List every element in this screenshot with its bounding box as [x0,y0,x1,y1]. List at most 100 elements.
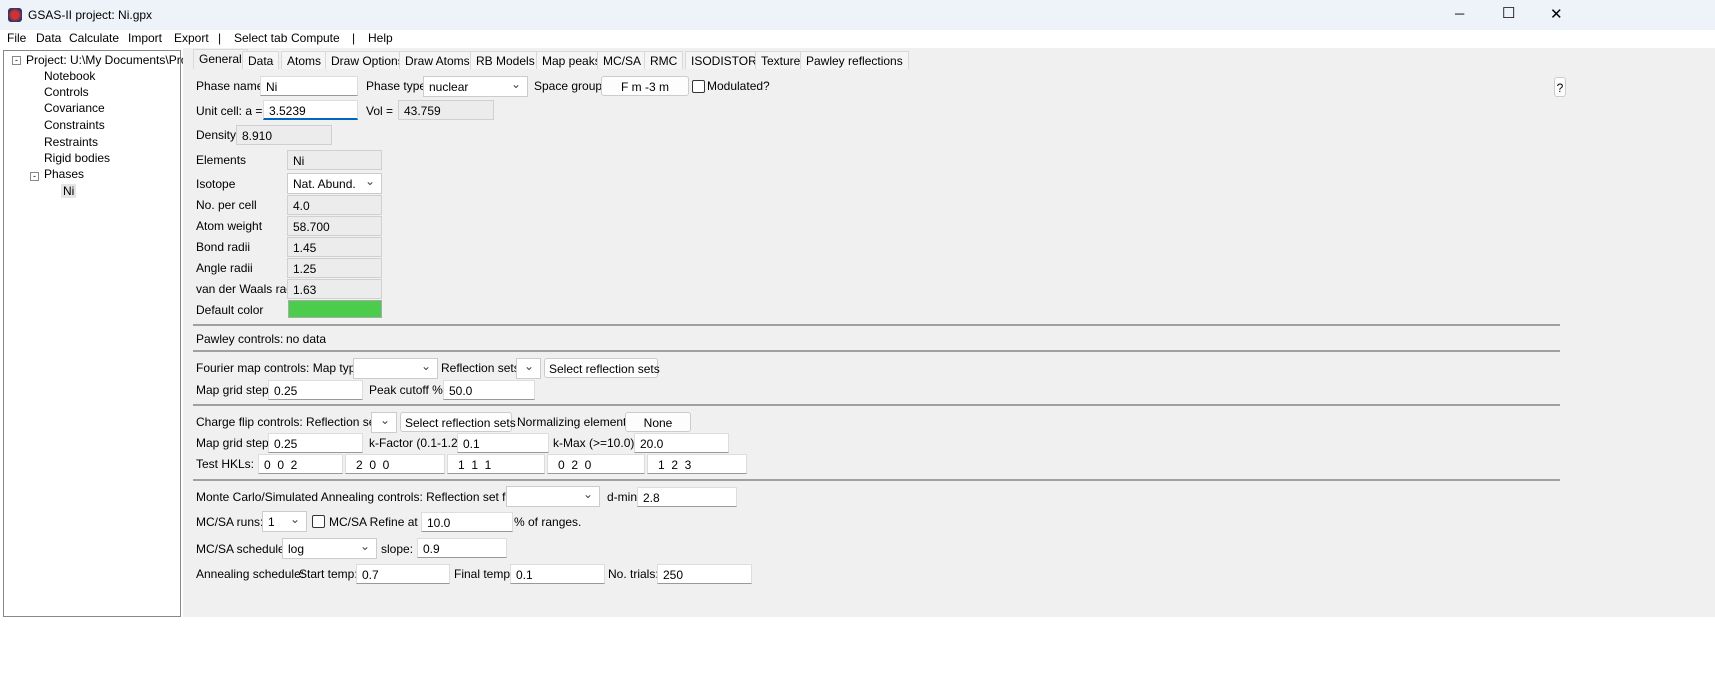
charge-flip-grid-input[interactable]: 0.25 [268,433,363,453]
space-group-button[interactable]: F m -3 m [601,76,689,96]
final-temp-input[interactable]: 0.1 [510,564,605,584]
test-hkl-input[interactable]: 0 2 0 [547,454,645,474]
atom-weight-label: Atom weight [196,219,263,233]
mcsa-runs-label: MC/SA runs: [196,515,264,529]
maximize-button[interactable]: ☐ [1502,4,1515,22]
tree-item-constraints[interactable]: Constraints [44,118,105,132]
title-bar: GSAS-II project: Ni.gpx ─ ☐ ✕ [0,0,1715,30]
pawley-controls-label: Pawley controls: [196,332,284,346]
modulated-label: Modulated? [707,79,770,93]
map-type-select[interactable] [353,358,438,379]
no-per-cell-label: No. per cell [196,198,257,212]
tab-atoms[interactable]: Atoms [281,51,328,69]
k-max-input[interactable]: 20.0 [634,433,729,453]
menu-export[interactable]: Export [174,31,209,45]
test-hkl-input[interactable]: 0 0 2 [258,454,343,474]
charge-flip-refl-select[interactable] [371,412,397,433]
modulated-checkbox[interactable] [692,80,705,93]
mcsa-refine-input[interactable]: 10.0 [421,512,513,532]
test-hkl-input[interactable]: 2 0 0 [345,454,445,474]
window-title: GSAS-II project: Ni.gpx [28,8,153,22]
no-trials-label: No. trials: [608,567,659,581]
isotope-select[interactable]: Nat. Abund. [287,173,382,194]
charge-flip-label: Charge flip controls: Reflection sets: [196,415,389,429]
pawley-controls-value: no data [286,332,327,346]
tab-draw-options[interactable]: Draw Options [325,51,410,69]
phase-name-label: Phase name: [196,79,267,93]
tree-item-controls[interactable]: Controls [44,85,89,99]
tab-rmc[interactable]: RMC [644,51,684,69]
tab-rb-models[interactable]: RB Models [470,51,541,69]
charge-flip-grid-label: Map grid step: [196,436,273,450]
tree-project-root[interactable]: Project: U:\My Documents\Prop [26,53,194,67]
bond-radii-value[interactable]: 1.45 [287,237,382,257]
space-group-label: Space group: [534,79,606,93]
divider [193,350,1560,352]
default-color-swatch[interactable] [288,300,382,318]
fourier-refl-select[interactable] [516,358,541,379]
tree-item-rigid-bodies[interactable]: Rigid bodies [44,151,110,165]
test-hkls-label: Test HKLs: [196,457,255,471]
menu-file[interactable]: File [7,31,26,45]
default-color-label: Default color [196,303,264,317]
tree-item-restraints[interactable]: Restraints [44,135,98,149]
collapse-icon[interactable]: - [30,172,39,181]
menu-select-tab[interactable]: Select tab [234,31,287,45]
normalizing-element-label: Normalizing element: [517,415,630,429]
fourier-grid-label: Map grid step: [196,383,273,397]
menu-compute[interactable]: Compute [291,31,340,45]
menu-calculate[interactable]: Calculate [69,31,119,45]
angle-radii-value[interactable]: 1.25 [287,258,382,278]
normalizing-element-button[interactable]: None [625,412,691,432]
unit-cell-a-input[interactable]: 3.5239 [263,100,358,120]
mcsa-runs-select[interactable]: 1 [262,511,307,532]
collapse-icon[interactable]: - [12,56,21,65]
tab-pawley-reflections[interactable]: Pawley reflections [800,51,909,69]
tree-item-covariance[interactable]: Covariance [44,101,105,115]
mcsa-refine-label: MC/SA Refine at [329,515,418,529]
tab-texture[interactable]: Texture [755,51,807,69]
slope-input[interactable]: 0.9 [417,538,507,558]
test-hkl-input[interactable]: 1 2 3 [647,454,747,474]
tab-data[interactable]: Data [242,51,280,69]
project-tree[interactable]: - Project: U:\My Documents\Prop Notebook… [3,50,194,617]
no-trials-input[interactable]: 250 [657,564,752,584]
k-factor-input[interactable]: 0.1 [457,433,549,453]
tab-mcsa[interactable]: MC/SA [597,51,648,69]
unit-cell-label: Unit cell: a = [196,104,263,118]
start-temp-input[interactable]: 0.7 [356,564,450,584]
menu-bar: File Data Calculate Import Export | Sele… [0,30,1715,48]
tab-draw-atoms[interactable]: Draw Atoms [399,51,476,69]
fourier-select-reflection-sets-button[interactable]: Select reflection sets [544,358,660,378]
app-logo-icon [8,8,22,22]
vdw-radii-value[interactable]: 1.63 [287,279,382,299]
start-temp-label: Start temp: [299,567,358,581]
annealing-schedule-label: Annealing schedule: [196,567,305,581]
menu-import[interactable]: Import [128,31,162,45]
phase-name-input[interactable]: Ni [260,76,358,96]
divider [193,479,1560,481]
vol-label: Vol = [366,104,394,118]
test-hkl-input[interactable]: 1 1 1 [447,454,545,474]
close-button[interactable]: ✕ [1550,5,1563,23]
mcsa-refine-checkbox[interactable] [312,515,325,528]
bond-radii-label: Bond radii [196,240,251,254]
mcsa-refl-select[interactable] [506,486,600,507]
fourier-label: Fourier map controls: Map type: [196,361,366,375]
tree-item-phases[interactable]: Phases [44,167,84,181]
mcsa-schedule-select[interactable]: log [282,538,377,559]
k-max-label: k-Max (>=10.0): [553,436,638,450]
phase-type-select[interactable]: nuclear [423,76,528,97]
tree-item-notebook[interactable]: Notebook [44,69,95,83]
tab-general[interactable]: General [193,49,248,69]
tree-item-phase-ni[interactable]: Ni [61,184,77,198]
help-button[interactable]: ? [1554,77,1566,97]
menu-separator: | [218,31,222,45]
minimize-button[interactable]: ─ [1455,6,1464,21]
peak-cutoff-input[interactable]: 50.0 [443,380,535,400]
menu-help[interactable]: Help [368,31,393,45]
charge-flip-select-reflection-sets-button[interactable]: Select reflection sets [400,412,516,432]
fourier-grid-input[interactable]: 0.25 [268,380,363,400]
d-min-input[interactable]: 2.8 [637,487,737,507]
menu-data[interactable]: Data [36,31,61,45]
